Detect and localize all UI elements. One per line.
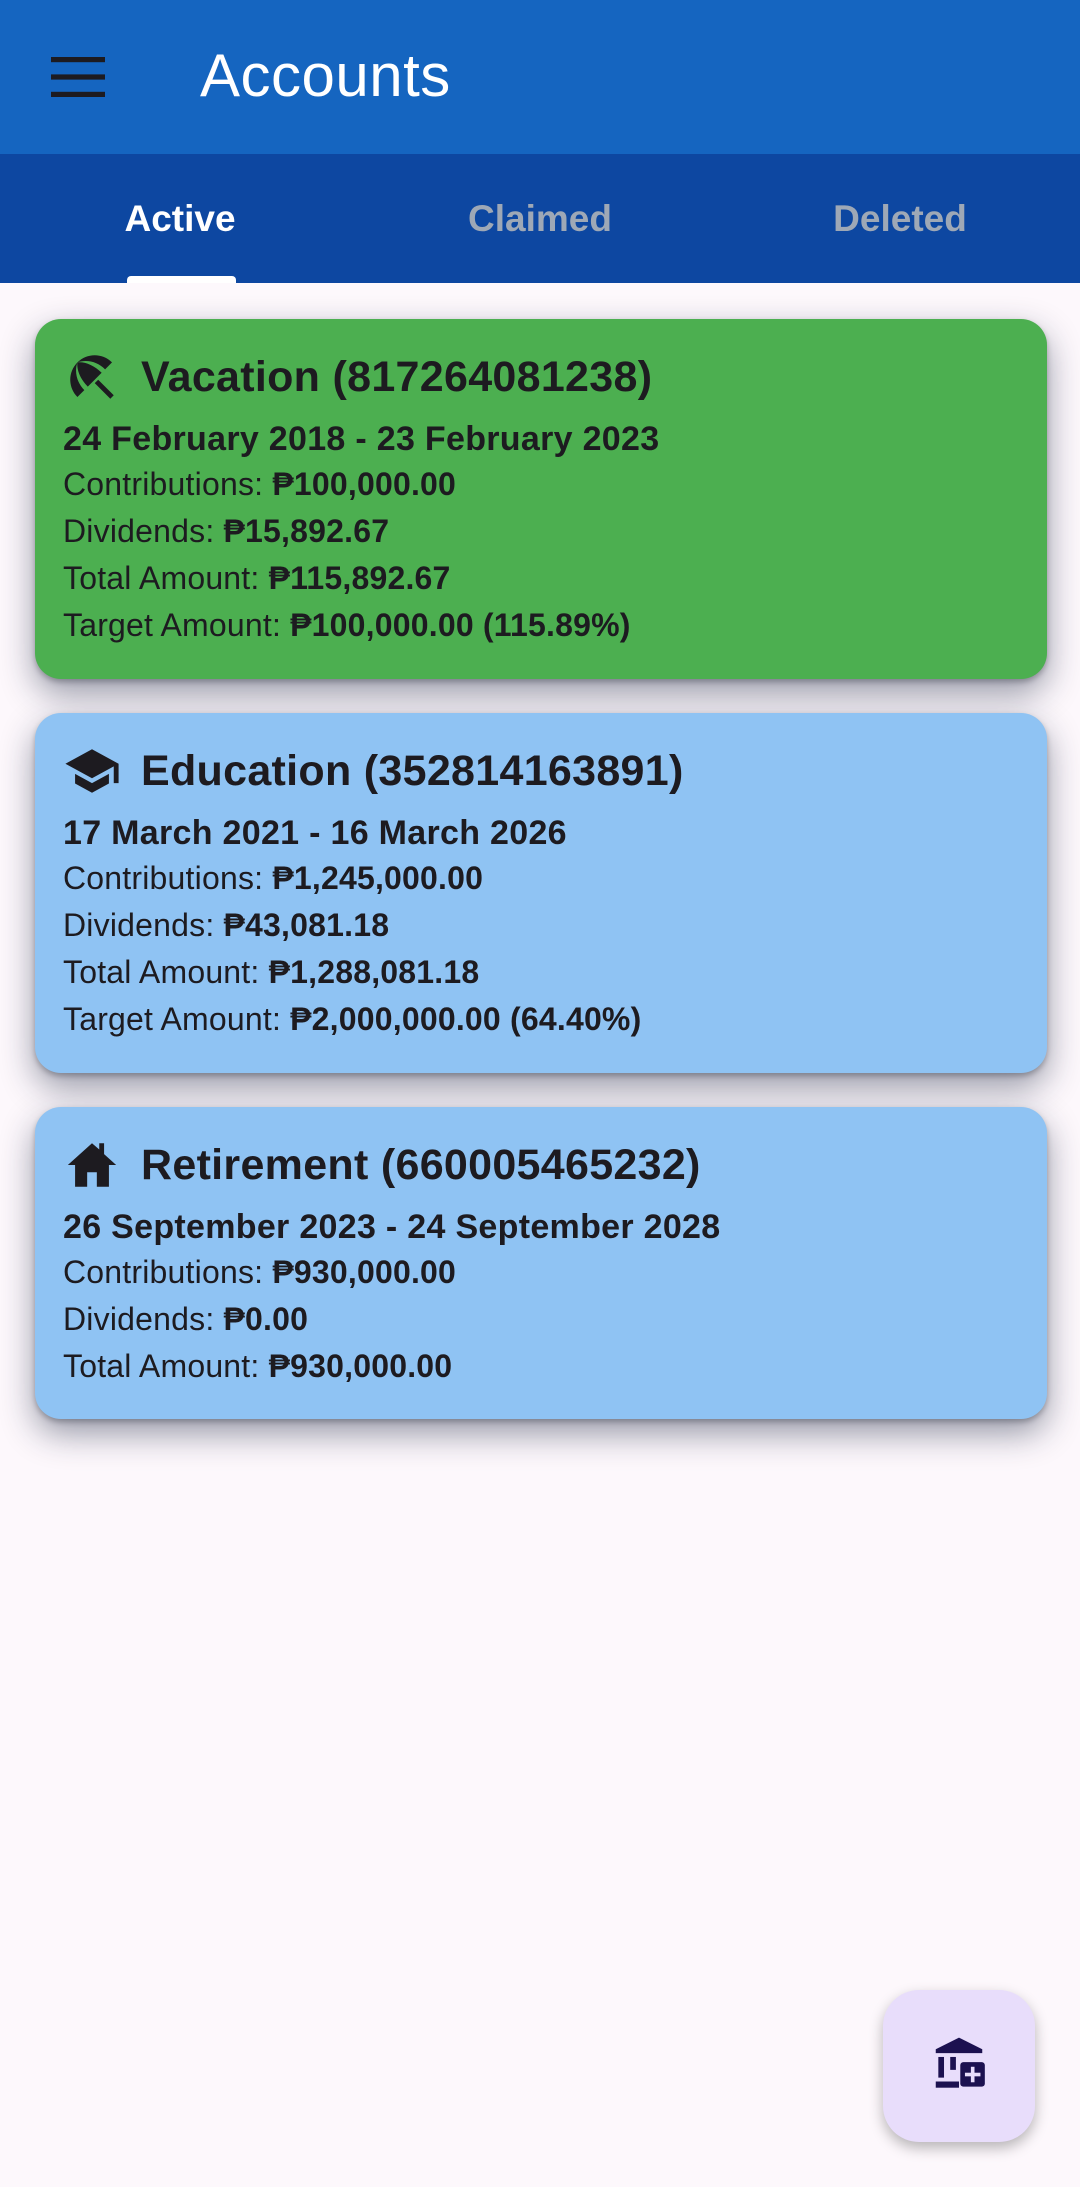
total-value: ₱115,892.67 <box>268 560 451 596</box>
account-dates: 17 March 2021 - 16 March 2026 <box>63 814 567 852</box>
target-row: Target Amount: ₱100,000.00 (115.89%) <box>63 607 631 643</box>
total-value: ₱1,288,081.18 <box>268 954 480 990</box>
tab-deleted[interactable]: Deleted <box>720 154 1080 283</box>
dividends-value: ₱15,892.67 <box>223 513 390 549</box>
account-dates: 24 February 2018 - 23 February 2023 <box>63 420 660 458</box>
account-dates: 26 September 2023 - 24 September 2028 <box>63 1208 721 1246</box>
house-icon <box>63 1136 121 1194</box>
tab-indicator <box>127 276 236 283</box>
graduation-cap-icon <box>63 742 121 800</box>
page-title: Accounts <box>200 42 451 109</box>
dividends-row: Dividends: ₱0.00 <box>63 1301 309 1337</box>
add-bank-icon <box>935 2037 985 2088</box>
tab-active[interactable]: Active <box>0 154 360 283</box>
tab-bar: Active Claimed Deleted <box>0 154 1080 283</box>
menu-icon <box>51 57 105 97</box>
target-value: ₱2,000,000.00 (64.40%) <box>290 1001 642 1037</box>
dividends-value: ₱0.00 <box>223 1301 309 1337</box>
dividends-value: ₱43,081.18 <box>223 907 390 943</box>
target-value: ₱100,000.00 (115.89%) <box>290 607 631 643</box>
tab-claimed[interactable]: Claimed <box>360 154 720 283</box>
total-row: Total Amount: ₱115,892.67 <box>63 560 451 596</box>
target-row: Target Amount: ₱2,000,000.00 (64.40%) <box>63 1001 642 1037</box>
contributions-value: ₱100,000.00 <box>272 466 457 502</box>
account-title: Retirement (660005465232) <box>141 1140 701 1189</box>
dividends-row: Dividends: ₱43,081.18 <box>63 907 390 943</box>
account-card-education[interactable]: Education (352814163891) 17 March 2021 -… <box>35 713 1047 1073</box>
contributions-row: Contributions: ₱930,000.00 <box>63 1254 457 1290</box>
account-card-vacation[interactable]: Vacation (817264081238) 24 February 2018… <box>35 319 1047 679</box>
contributions-row: Contributions: ₱100,000.00 <box>63 466 457 502</box>
contributions-value: ₱930,000.00 <box>272 1254 457 1290</box>
tab-label: Claimed <box>468 197 612 239</box>
total-row: Total Amount: ₱930,000.00 <box>63 1348 453 1384</box>
tab-label: Deleted <box>833 197 967 239</box>
contributions-row: Contributions: ₱1,245,000.00 <box>63 860 484 896</box>
total-row: Total Amount: ₱1,288,081.18 <box>63 954 480 990</box>
contributions-value: ₱1,245,000.00 <box>272 860 484 896</box>
dividends-row: Dividends: ₱15,892.67 <box>63 513 390 549</box>
total-value: ₱930,000.00 <box>268 1348 453 1384</box>
add-account-button[interactable] <box>883 1990 1035 2142</box>
menu-button[interactable] <box>28 32 128 122</box>
account-card-retirement[interactable]: Retirement (660005465232) 26 September 2… <box>35 1107 1047 1419</box>
account-title: Education (352814163891) <box>141 746 684 795</box>
tab-label: Active <box>124 197 236 239</box>
beach-umbrella-icon <box>63 348 121 406</box>
app-bar: Accounts <box>0 0 1080 154</box>
account-title: Vacation (817264081238) <box>141 352 653 401</box>
